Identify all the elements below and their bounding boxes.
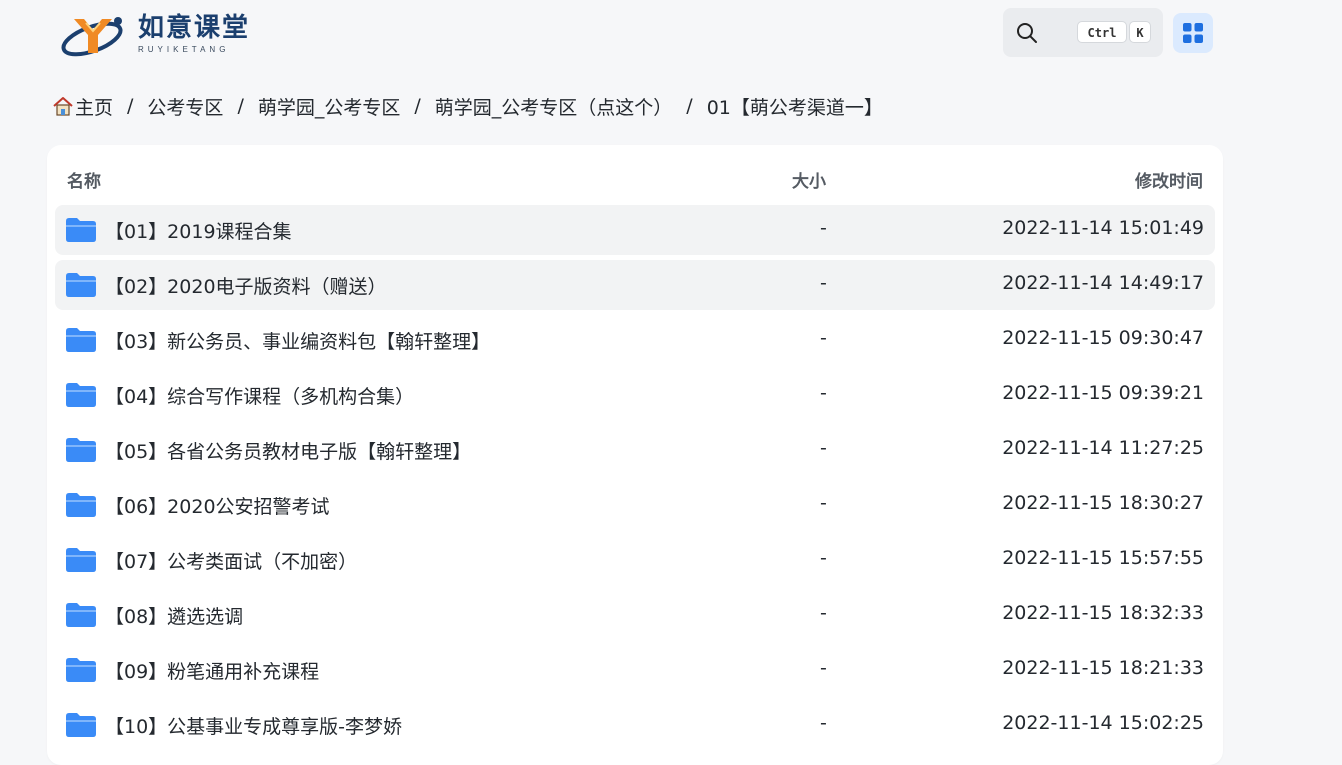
breadcrumb-item-mengxueyuan-click[interactable]: 萌学园_公考专区（点这个）	[435, 93, 673, 120]
file-name: 【05】各省公务员教材电子版【翰轩整理】	[105, 441, 472, 463]
search-icon	[1017, 23, 1037, 43]
file-name: 【04】综合写作课程（多机构合集）	[105, 386, 415, 408]
apps-grid-button[interactable]	[1173, 13, 1213, 53]
file-name: 【01】2019课程合集	[105, 221, 292, 243]
shortcut-k-key: K	[1129, 21, 1151, 43]
folder-icon	[66, 713, 96, 737]
breadcrumb-item-gongkao[interactable]: 公考专区	[147, 93, 223, 120]
breadcrumb-home[interactable]: 主页	[52, 93, 113, 120]
top-bar: 如意课堂 RUYIKETANG Ctrl K	[0, 0, 1342, 66]
column-header-size[interactable]: 大小	[792, 167, 826, 192]
breadcrumb-item-current[interactable]: 01【萌公考渠道一】	[707, 93, 883, 120]
breadcrumb-separator: /	[686, 95, 693, 117]
site-logo[interactable]: 如意课堂 RUYIKETANG	[60, 8, 270, 58]
breadcrumb-separator: /	[237, 95, 244, 117]
breadcrumb-item-home: 主页	[75, 96, 114, 119]
file-time: 2022-11-15 18:30:27	[1002, 492, 1204, 514]
shortcut-ctrl-key: Ctrl	[1077, 21, 1127, 43]
home-icon	[53, 97, 73, 116]
file-list-panel: 名称 大小 修改时间 【01】2019课程合集 - 2022-11-14 15:…	[47, 145, 1223, 765]
folder-icon	[66, 383, 96, 407]
column-header-time[interactable]: 修改时间	[1135, 167, 1203, 192]
column-header-name[interactable]: 名称	[67, 167, 101, 192]
file-name: 【06】2020公安招警考试	[105, 496, 330, 518]
file-name: 【07】公考类面试（不加密）	[105, 551, 358, 573]
file-time: 2022-11-14 15:01:49	[1002, 217, 1204, 239]
search-button[interactable]: Ctrl K	[1003, 8, 1163, 57]
file-size: -	[820, 657, 827, 679]
breadcrumb-item-mengxueyuan[interactable]: 萌学园_公考专区	[258, 93, 401, 120]
file-time: 2022-11-14 14:49:17	[1002, 272, 1204, 294]
folder-icon	[66, 218, 96, 242]
table-row[interactable]: 【03】新公务员、事业编资料包【翰轩整理】 - 2022-11-15 09:30…	[55, 315, 1215, 365]
table-row[interactable]: 【10】公基事业专成尊享版-李梦娇 - 2022-11-14 15:02:25	[55, 700, 1215, 750]
file-time: 2022-11-14 15:02:25	[1002, 712, 1204, 734]
breadcrumb: 主页 / 公考专区 / 萌学园_公考专区 / 萌学园_公考专区（点这个） / 0…	[52, 92, 883, 120]
folder-icon	[66, 658, 96, 682]
table-row[interactable]: 【05】各省公务员教材电子版【翰轩整理】 - 2022-11-14 11:27:…	[55, 425, 1215, 475]
file-size: -	[820, 712, 827, 734]
breadcrumb-separator: /	[127, 95, 134, 117]
file-time: 2022-11-15 18:21:33	[1002, 657, 1204, 679]
file-name: 【09】粉笔通用补充课程	[105, 661, 320, 683]
file-size: -	[820, 327, 827, 349]
table-row[interactable]: 【06】2020公安招警考试 - 2022-11-15 18:30:27	[55, 480, 1215, 530]
table-row[interactable]: 【01】2019课程合集 - 2022-11-14 15:01:49	[55, 205, 1215, 255]
table-row[interactable]: 【04】综合写作课程（多机构合集） - 2022-11-15 09:39:21	[55, 370, 1215, 420]
file-name: 【03】新公务员、事业编资料包【翰轩整理】	[105, 331, 491, 353]
table-row[interactable]: 【09】粉笔通用补充课程 - 2022-11-15 18:21:33	[55, 645, 1215, 695]
file-size: -	[820, 602, 827, 624]
table-row[interactable]: 【08】遴选选调 - 2022-11-15 18:32:33	[55, 590, 1215, 640]
breadcrumb-separator: /	[414, 95, 421, 117]
file-name: 【08】遴选选调	[105, 606, 244, 628]
file-size: -	[820, 217, 827, 239]
folder-icon	[66, 438, 96, 462]
file-time: 2022-11-15 18:32:33	[1002, 602, 1204, 624]
table-header: 名称 大小 修改时间	[47, 167, 1223, 192]
file-time: 2022-11-15 15:57:55	[1002, 547, 1204, 569]
file-time: 2022-11-14 11:27:25	[1002, 437, 1204, 459]
file-name: 【02】2020电子版资料（赠送）	[105, 276, 387, 298]
file-time: 2022-11-15 09:30:47	[1002, 327, 1204, 349]
file-size: -	[820, 382, 827, 404]
folder-icon	[66, 493, 96, 517]
file-size: -	[820, 437, 827, 459]
folder-icon	[66, 328, 96, 352]
file-time: 2022-11-15 09:39:21	[1002, 382, 1204, 404]
folder-icon	[66, 548, 96, 572]
file-size: -	[820, 547, 827, 569]
table-row[interactable]: 【02】2020电子版资料（赠送） - 2022-11-14 14:49:17	[55, 260, 1215, 310]
table-row[interactable]: 【07】公考类面试（不加密） - 2022-11-15 15:57:55	[55, 535, 1215, 585]
file-size: -	[820, 272, 827, 294]
file-size: -	[820, 492, 827, 514]
folder-icon	[66, 603, 96, 627]
logo-title: 如意课堂	[138, 12, 251, 43]
logo-mark-icon	[61, 17, 123, 57]
logo-subtitle: RUYIKETANG	[138, 44, 230, 54]
grid-icon	[1183, 23, 1203, 43]
folder-icon	[66, 273, 96, 297]
file-name: 【10】公基事业专成尊享版-李梦娇	[105, 716, 403, 738]
